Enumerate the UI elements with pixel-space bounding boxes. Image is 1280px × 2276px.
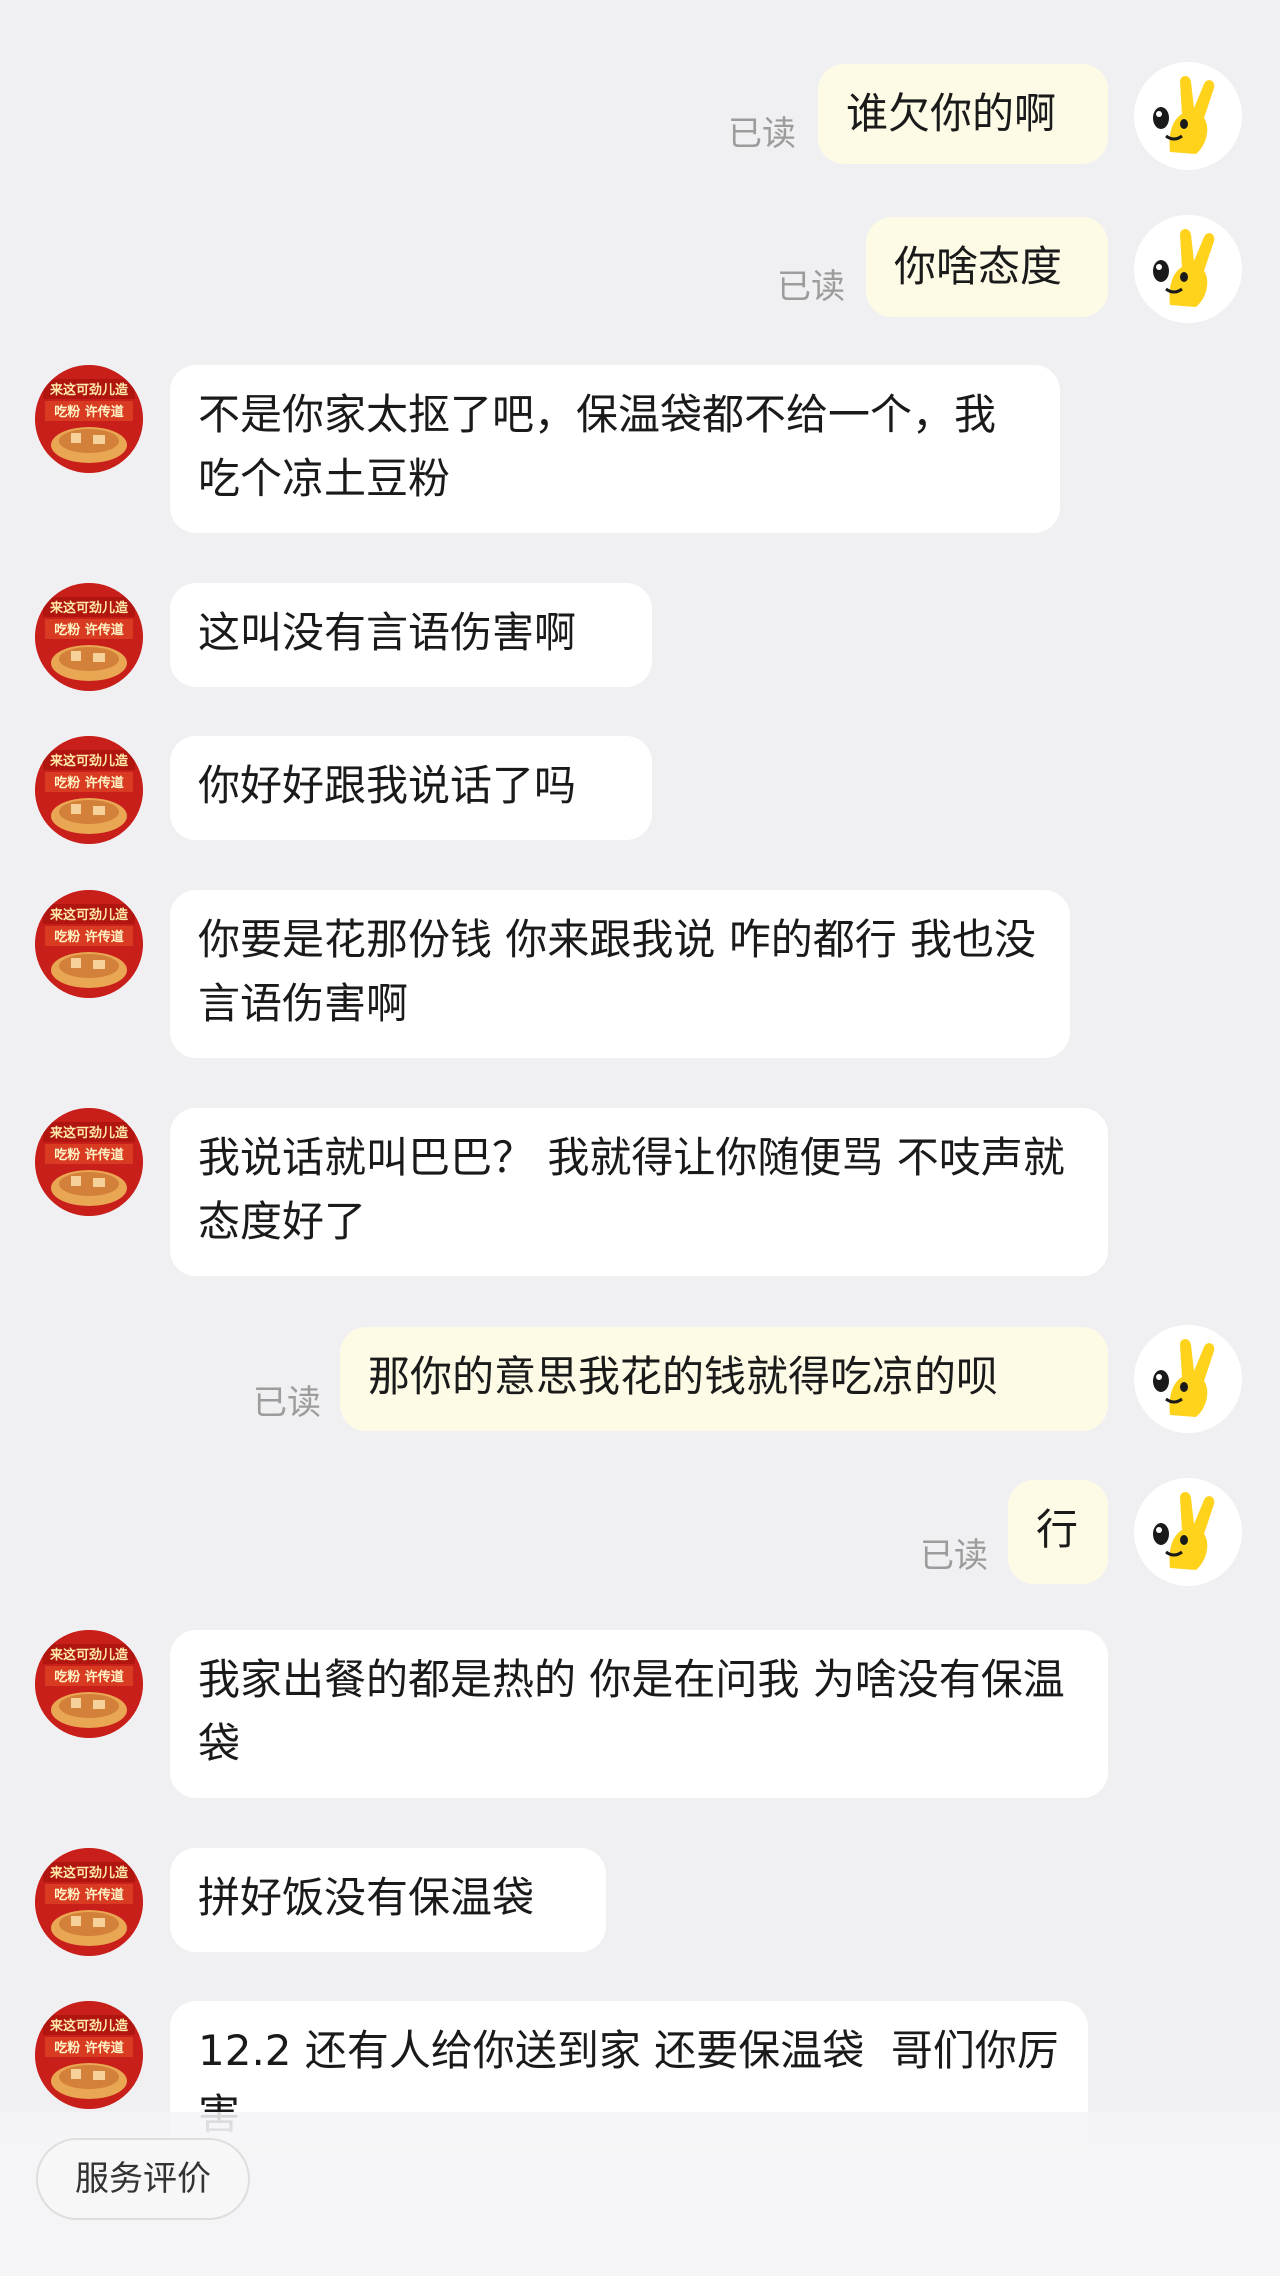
bottom-action-bar: 服务评价 bbox=[0, 2112, 1280, 2276]
svg-text:来这可劲儿造: 来这可劲儿造 bbox=[49, 382, 129, 398]
svg-text:吃粉 许传道: 吃粉 许传道 bbox=[54, 1147, 124, 1163]
message-bubble-incoming[interactable]: 我家出餐的都是热的 你是在问我 为啥没有保温袋 bbox=[170, 1630, 1108, 1798]
message-bubble-outgoing[interactable]: 那你的意思我花的钱就得吃凉的呗 bbox=[340, 1327, 1108, 1431]
svg-text:来这可劲儿造: 来这可劲儿造 bbox=[49, 1125, 129, 1141]
message-row-outgoing: 已读 你啥态度 bbox=[0, 215, 1280, 323]
read-receipt: 已读 bbox=[920, 1536, 988, 1576]
shop-logo-icon: 来这可劲儿造 吃粉 许传道 bbox=[35, 2001, 143, 2109]
svg-text:吃粉 许传道: 吃粉 许传道 bbox=[54, 775, 124, 791]
svg-text:来这可劲儿造: 来这可劲儿造 bbox=[49, 600, 129, 616]
read-receipt: 已读 bbox=[777, 267, 845, 307]
svg-text:吃粉 许传道: 吃粉 许传道 bbox=[54, 1669, 124, 1685]
message-bubble-incoming[interactable]: 我说话就叫巴巴？ 我就得让你随便骂 不吱声就态度好了 bbox=[170, 1108, 1108, 1276]
shop-logo-icon: 来这可劲儿造 吃粉 许传道 bbox=[35, 583, 143, 691]
shop-avatar[interactable]: 来这可劲儿造 吃粉 许传道 bbox=[35, 1848, 143, 1956]
message-bubble-outgoing[interactable]: 谁欠你的啊 bbox=[818, 64, 1108, 164]
message-bubble-incoming[interactable]: 你好好跟我说话了吗 bbox=[170, 736, 652, 840]
message-row-incoming: 来这可劲儿造 吃粉 许传道 你好好跟我说话了吗 bbox=[0, 736, 1280, 844]
svg-text:来这可劲儿造: 来这可劲儿造 bbox=[49, 2018, 129, 2034]
svg-text:吃粉 许传道: 吃粉 许传道 bbox=[54, 2040, 124, 2056]
chat-area: 已读 谁欠你的啊 已读 你啥态度 来这可劲儿造 吃粉 许传道 不是你家太抠了吧，… bbox=[0, 0, 1280, 2276]
shop-logo-icon: 来这可劲儿造 吃粉 许传道 bbox=[35, 1108, 143, 1216]
svg-text:吃粉 许传道: 吃粉 许传道 bbox=[54, 929, 124, 945]
message-bubble-incoming[interactable]: 拼好饭没有保温袋 bbox=[170, 1848, 606, 1952]
shop-logo-icon: 来这可劲儿造 吃粉 许传道 bbox=[35, 1630, 143, 1738]
yellow-hand-mascot-icon bbox=[1134, 1325, 1242, 1433]
shop-logo-icon: 来这可劲儿造 吃粉 许传道 bbox=[35, 1848, 143, 1956]
message-row-incoming: 来这可劲儿造 吃粉 许传道 这叫没有言语伤害啊 bbox=[0, 583, 1280, 691]
yellow-hand-mascot-icon bbox=[1134, 1478, 1242, 1586]
service-rating-button[interactable]: 服务评价 bbox=[36, 2138, 250, 2220]
message-bubble-incoming[interactable]: 你要是花那份钱 你来跟我说 咋的都行 我也没言语伤害啊 bbox=[170, 890, 1070, 1058]
message-row-incoming: 来这可劲儿造 吃粉 许传道 拼好饭没有保温袋 bbox=[0, 1848, 1280, 1956]
message-row-outgoing: 已读 谁欠你的啊 bbox=[0, 62, 1280, 170]
svg-text:吃粉 许传道: 吃粉 许传道 bbox=[54, 404, 124, 420]
yellow-hand-mascot-icon bbox=[1134, 215, 1242, 323]
shop-avatar[interactable]: 来这可劲儿造 吃粉 许传道 bbox=[35, 1630, 143, 1738]
svg-text:来这可劲儿造: 来这可劲儿造 bbox=[49, 753, 129, 769]
shop-avatar[interactable]: 来这可劲儿造 吃粉 许传道 bbox=[35, 583, 143, 691]
svg-text:来这可劲儿造: 来这可劲儿造 bbox=[49, 1865, 129, 1881]
shop-avatar[interactable]: 来这可劲儿造 吃粉 许传道 bbox=[35, 890, 143, 998]
shop-avatar[interactable]: 来这可劲儿造 吃粉 许传道 bbox=[35, 365, 143, 473]
svg-text:吃粉 许传道: 吃粉 许传道 bbox=[54, 1887, 124, 1903]
svg-text:来这可劲儿造: 来这可劲儿造 bbox=[49, 1647, 129, 1663]
shop-logo-icon: 来这可劲儿造 吃粉 许传道 bbox=[35, 890, 143, 998]
read-receipt: 已读 bbox=[728, 114, 796, 154]
message-bubble-outgoing[interactable]: 行 bbox=[1008, 1480, 1108, 1584]
shop-logo-icon: 来这可劲儿造 吃粉 许传道 bbox=[35, 365, 143, 473]
message-bubble-incoming[interactable]: 这叫没有言语伤害啊 bbox=[170, 583, 652, 687]
message-row-incoming: 来这可劲儿造 吃粉 许传道 我说话就叫巴巴？ 我就得让你随便骂 不吱声就态度好了 bbox=[0, 1108, 1280, 1278]
message-bubble-incoming[interactable]: 不是你家太抠了吧，保温袋都不给一个，我吃个凉土豆粉 bbox=[170, 365, 1060, 533]
shop-avatar[interactable]: 来这可劲儿造 吃粉 许传道 bbox=[35, 736, 143, 844]
user-avatar[interactable] bbox=[1134, 1325, 1242, 1433]
message-row-incoming: 来这可劲儿造 吃粉 许传道 不是你家太抠了吧，保温袋都不给一个，我吃个凉土豆粉 bbox=[0, 365, 1280, 535]
yellow-hand-mascot-icon bbox=[1134, 62, 1242, 170]
message-row-outgoing: 已读 那你的意思我花的钱就得吃凉的呗 bbox=[0, 1325, 1280, 1433]
shop-avatar[interactable]: 来这可劲儿造 吃粉 许传道 bbox=[35, 1108, 143, 1216]
user-avatar[interactable] bbox=[1134, 62, 1242, 170]
message-bubble-outgoing[interactable]: 你啥态度 bbox=[866, 217, 1108, 317]
shop-avatar[interactable]: 来这可劲儿造 吃粉 许传道 bbox=[35, 2001, 143, 2109]
user-avatar[interactable] bbox=[1134, 215, 1242, 323]
message-row-outgoing: 已读 行 bbox=[0, 1478, 1280, 1586]
read-receipt: 已读 bbox=[253, 1383, 321, 1423]
message-row-incoming: 来这可劲儿造 吃粉 许传道 你要是花那份钱 你来跟我说 咋的都行 我也没言语伤害… bbox=[0, 890, 1280, 1060]
svg-text:来这可劲儿造: 来这可劲儿造 bbox=[49, 907, 129, 923]
user-avatar[interactable] bbox=[1134, 1478, 1242, 1586]
shop-logo-icon: 来这可劲儿造 吃粉 许传道 bbox=[35, 736, 143, 844]
svg-text:吃粉 许传道: 吃粉 许传道 bbox=[54, 622, 124, 638]
message-row-incoming: 来这可劲儿造 吃粉 许传道 我家出餐的都是热的 你是在问我 为啥没有保温袋 bbox=[0, 1630, 1280, 1800]
